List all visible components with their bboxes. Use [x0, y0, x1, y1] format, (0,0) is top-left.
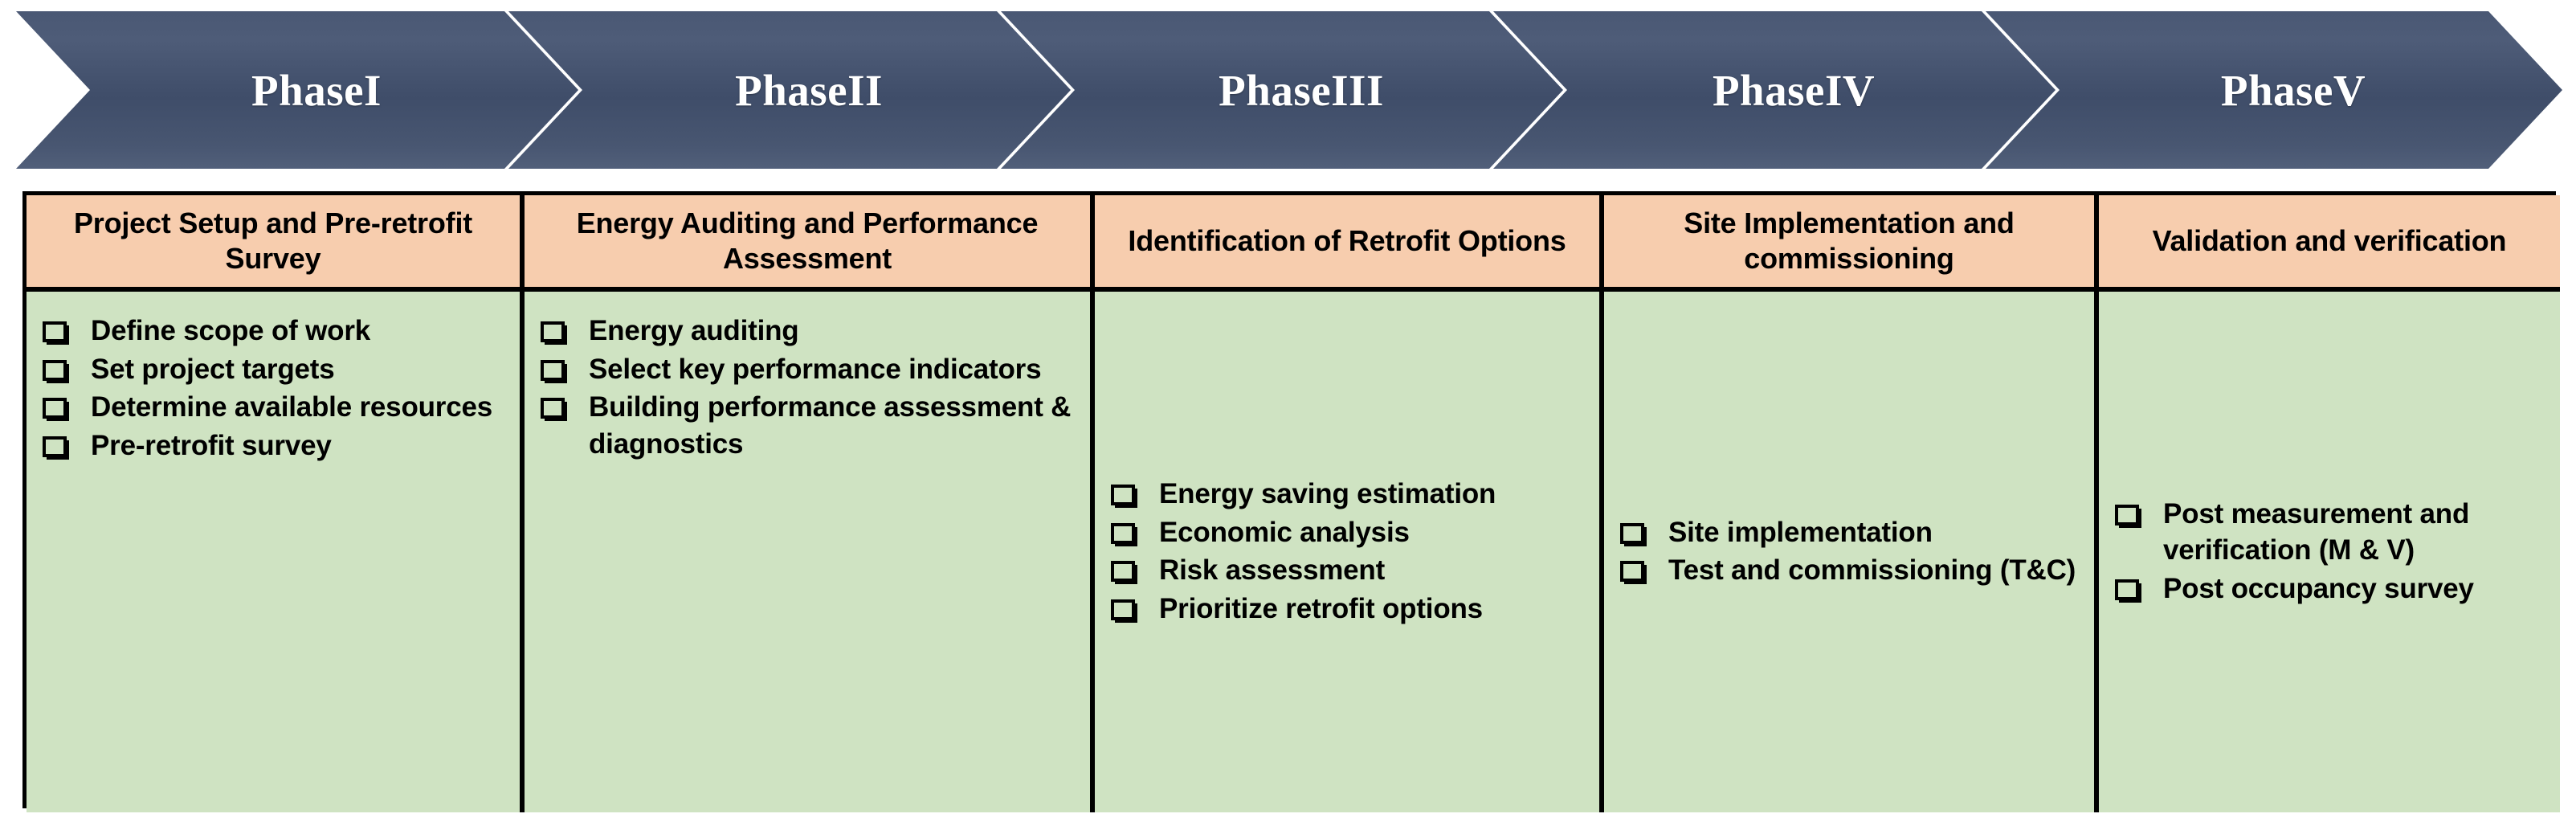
list-item-label: Risk assessment	[1159, 554, 1386, 586]
table-header-label: Site Implementation and commissioning	[1684, 207, 2015, 275]
checkbox-icon	[1111, 561, 1135, 582]
list-item: Select key performance indicators	[541, 351, 1079, 388]
checkbox-icon	[43, 436, 67, 457]
list-item: Post measurement and verification (M & V…	[2115, 496, 2549, 569]
list-item-label: Pre-retrofit survey	[91, 429, 332, 461]
table-header-cell-1: Project Setup and Pre-retrofit Survey	[27, 195, 525, 292]
list-item-label: Energy auditing	[589, 315, 799, 346]
list-item-label: Post measurement and verification (M & V…	[2163, 497, 2470, 566]
phase-chevron-label: PhaseIII	[1219, 65, 1384, 115]
list-item-label: Define scope of work	[91, 315, 371, 346]
table-header-cell-4: Site Implementation and commissioning	[1604, 195, 2099, 292]
phase-chevron-3: PhaseIII	[1001, 11, 1563, 169]
checkbox-icon	[541, 359, 565, 381]
checkbox-icon	[541, 321, 565, 342]
list-item: Prioritize retrofit options	[1111, 591, 1588, 628]
list-item-label: Site implementation	[1668, 516, 1933, 548]
table-header-label: Energy Auditing and Performance Assessme…	[576, 207, 1039, 275]
phase-chevron-label: PhaseI	[251, 65, 382, 115]
list-item: Post occupancy survey	[2115, 570, 2549, 607]
list-item: Risk assessment	[1111, 552, 1588, 589]
list-item-label: Set project targets	[91, 353, 335, 385]
list-item-label: Economic analysis	[1159, 516, 1410, 548]
list-item-label: Prioritize retrofit options	[1159, 592, 1483, 624]
list-item: Pre-retrofit survey	[43, 427, 508, 464]
checklist: Energy auditing Select key performance i…	[541, 313, 1079, 464]
phase-chevron-label: PhaseII	[735, 65, 883, 115]
checklist: Post measurement and verification (M & V…	[2115, 496, 2549, 609]
list-item-label: Energy saving estimation	[1159, 478, 1496, 509]
checkbox-icon	[2115, 504, 2139, 526]
list-item: Determine available resources	[43, 389, 508, 426]
table-header-label: Identification of Retrofit Options	[1128, 224, 1566, 258]
phase-chevron-5: PhaseV	[1986, 11, 2562, 169]
checkbox-icon	[43, 398, 67, 419]
checklist: Site implementation Test and commissioni…	[1620, 514, 2083, 591]
list-item: Energy auditing	[541, 313, 1079, 350]
phase-chevron-4: PhaseIV	[1493, 11, 2055, 169]
phase-chevron-2: PhaseII	[508, 11, 1071, 169]
table-header-label: Validation and verification	[2152, 224, 2507, 258]
table-header-label: Project Setup and Pre-retrofit Survey	[73, 207, 473, 275]
table-body-cell-1: Define scope of work Set project targets…	[27, 292, 525, 812]
list-item-label: Select key performance indicators	[589, 353, 1042, 385]
checkbox-icon	[43, 321, 67, 342]
table-body-cell-3: Energy saving estimation Economic analys…	[1095, 292, 1604, 812]
phase-chevron-label: PhaseIV	[1712, 65, 1876, 115]
table-header-cell-5: Validation and verification	[2099, 195, 2560, 292]
list-item: Site implementation	[1620, 514, 2083, 551]
list-item: Economic analysis	[1111, 514, 1588, 551]
checklist: Energy saving estimation Economic analys…	[1111, 476, 1588, 628]
list-item-label: Determine available resources	[91, 391, 493, 423]
list-item-label: Building performance assessment & diagno…	[589, 391, 1072, 460]
table-body-cell-4: Site implementation Test and commissioni…	[1604, 292, 2099, 812]
checklist: Define scope of work Set project targets…	[43, 313, 508, 465]
list-item: Set project targets	[43, 351, 508, 388]
checkbox-icon	[1111, 599, 1135, 620]
table-header-cell-2: Energy Auditing and Performance Assessme…	[525, 195, 1095, 292]
list-item-label: Post occupancy survey	[2163, 572, 2474, 604]
checkbox-icon	[1111, 485, 1135, 505]
phase-chevron-label: PhaseV	[2220, 65, 2366, 115]
checkbox-icon	[1620, 561, 1644, 582]
table-body-cell-2: Energy auditing Select key performance i…	[525, 292, 1095, 812]
list-item: Define scope of work	[43, 313, 508, 350]
table-body-cell-5: Post measurement and verification (M & V…	[2099, 292, 2560, 812]
list-item: Energy saving estimation	[1111, 476, 1588, 513]
checkbox-icon	[1111, 522, 1135, 544]
checkbox-icon	[2115, 579, 2139, 600]
checkbox-icon	[541, 398, 565, 419]
phase-detail-table: Project Setup and Pre-retrofit Survey En…	[22, 191, 2560, 812]
table-header-cell-3: Identification of Retrofit Options	[1095, 195, 1604, 292]
checkbox-icon	[1620, 522, 1644, 544]
phase-chevron-1: PhaseI	[16, 11, 578, 169]
list-item: Test and commissioning (T&C)	[1620, 552, 2083, 589]
phase-banner: PhaseI PhaseII PhaseIII PhaseIV PhaseV	[0, 0, 2576, 183]
checkbox-icon	[43, 359, 67, 381]
process-roadmap-diagram: PhaseI PhaseII PhaseIII PhaseIV PhaseV P…	[0, 0, 2576, 822]
list-item-label: Test and commissioning (T&C)	[1668, 554, 2076, 586]
list-item: Building performance assessment & diagno…	[541, 389, 1079, 462]
